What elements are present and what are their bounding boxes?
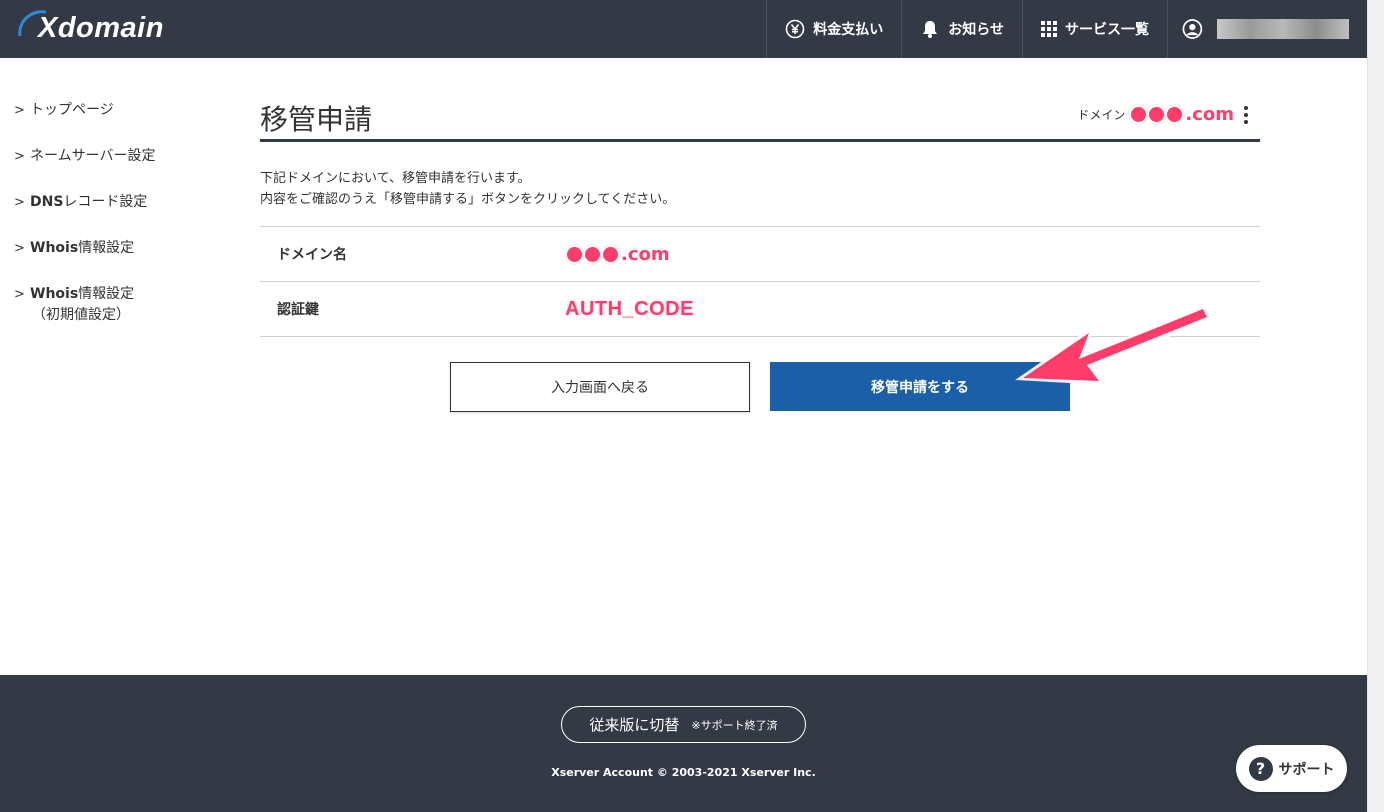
domain-suffix: .com — [1185, 104, 1234, 125]
table-row: ドメイン名 .com — [260, 227, 1260, 282]
nav-services[interactable]: サービス一覧 — [1022, 0, 1167, 58]
chevron-right-icon: > — [14, 241, 25, 256]
sidebar: > トップページ > ネームサーバー設定 > DNSレコード設定 > Whois… — [0, 100, 220, 351]
copyright: Xserver Account © 2003-2021 Xserver Inc. — [551, 766, 816, 779]
domain-label: ドメイン — [1077, 108, 1126, 122]
nav-news-label: お知らせ — [948, 22, 1004, 38]
sidebar-item-label: DNSレコード設定 — [30, 192, 147, 213]
sidebar-item-label-bold: Whois — [30, 240, 79, 256]
legacy-note: ※サポート終了済 — [691, 718, 778, 732]
sidebar-item-dns[interactable]: > DNSレコード設定 — [0, 192, 220, 213]
help-icon: ? — [1248, 756, 1273, 781]
sidebar-item-sublabel: （初期値設定） — [32, 307, 130, 323]
sidebar-item-label-rest: レコード設定 — [63, 194, 148, 210]
auth-code-label: 認証鍵 — [277, 302, 319, 318]
domain-name-redacted: .com — [1129, 104, 1234, 125]
domain-name-suffix: .com — [621, 243, 670, 265]
support-label: サポート — [1278, 761, 1335, 778]
page-scrollbar[interactable] — [1367, 0, 1384, 812]
logo-text: Xdomain — [38, 12, 164, 44]
chevron-right-icon: > — [14, 149, 25, 164]
auth-code-value: AUTH_CODE — [565, 298, 694, 321]
bell-icon — [923, 21, 938, 38]
yen-icon — [785, 19, 805, 39]
sidebar-item-label-rest: 情報設定 — [78, 240, 135, 256]
description: 下記ドメインにおいて、移管申請を行います。 内容をご確認のうえ「移管申請する」ボ… — [260, 168, 1260, 210]
page-title: 移管申請 — [260, 103, 373, 136]
sidebar-item-whois-default[interactable]: > Whois情報設定 （初期値設定） — [0, 284, 220, 326]
sidebar-item-whois[interactable]: > Whois情報設定 — [0, 238, 220, 259]
user-name-redacted — [1216, 19, 1349, 39]
nav-payment-label: 料金支払い — [813, 22, 884, 38]
title-row: 移管申請 ドメイン .com — [260, 96, 1260, 142]
footer: 従来版に切替 ※サポート終了済 Xserver Account © 2003-2… — [0, 675, 1367, 812]
switch-legacy-button[interactable]: 従来版に切替 ※サポート終了済 — [561, 706, 806, 743]
nav-news[interactable]: お知らせ — [901, 0, 1022, 58]
sidebar-item-label-rest: 情報設定 — [78, 286, 135, 302]
back-button[interactable]: 入力画面へ戻る — [450, 362, 750, 412]
annotation-arrow-icon — [1015, 305, 1211, 385]
nav-user-menu[interactable] — [1167, 0, 1367, 58]
current-domain: ドメイン .com — [1077, 104, 1248, 125]
nav-payment[interactable]: 料金支払い — [766, 0, 901, 58]
sidebar-item-label: トップページ — [30, 102, 114, 118]
auth-code-text: AUTH_CODE — [565, 297, 694, 320]
chevron-right-icon: > — [14, 195, 25, 210]
domain-name-label: ドメイン名 — [277, 247, 347, 263]
description-line-2: 内容をご確認のうえ「移管申請する」ボタンをクリックしてください。 — [260, 192, 676, 207]
header-nav: 料金支払い お知らせ サービス一覧 — [766, 0, 1367, 58]
more-vertical-icon[interactable] — [1244, 105, 1248, 124]
chevron-right-icon: > — [14, 287, 25, 302]
top-header: Xdomain 料金支払い お知らせ サービス一覧 — [0, 0, 1367, 58]
description-line-1: 下記ドメインにおいて、移管申請を行います。 — [260, 171, 531, 186]
chevron-right-icon: > — [14, 103, 25, 118]
user-icon — [1182, 19, 1203, 39]
sidebar-item-label-bold: DNS — [30, 194, 64, 210]
sidebar-item-label-bold: Whois — [30, 286, 79, 302]
sidebar-item-label: ネームサーバー設定 — [30, 148, 156, 164]
grid-icon — [1041, 21, 1057, 37]
sidebar-item-label: Whois情報設定 — [30, 238, 134, 259]
sidebar-item-label: Whois情報設定 （初期値設定） — [30, 284, 134, 326]
support-button[interactable]: ? サポート — [1236, 745, 1347, 792]
sidebar-item-nameserver[interactable]: > ネームサーバー設定 — [0, 146, 220, 167]
legacy-button-label: 従来版に切替 — [589, 716, 680, 734]
sidebar-item-top[interactable]: > トップページ — [0, 100, 220, 121]
action-buttons: 入力画面へ戻る 移管申請をする — [450, 362, 1070, 412]
nav-services-label: サービス一覧 — [1065, 22, 1149, 38]
domain-name-value: .com — [565, 244, 670, 265]
